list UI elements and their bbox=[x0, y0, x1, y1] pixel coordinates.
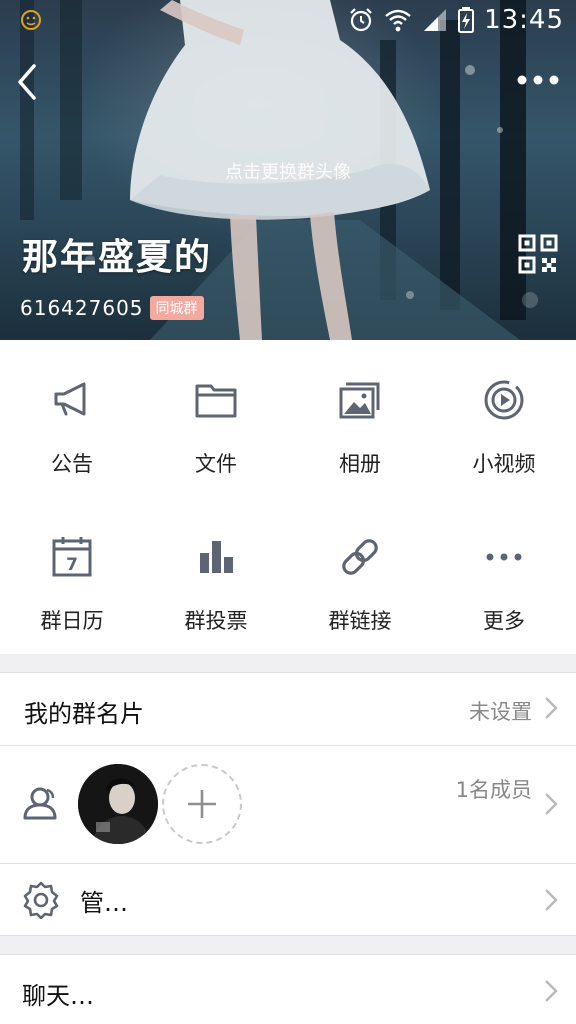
add-member-button[interactable] bbox=[162, 764, 242, 844]
grid-item-announcement[interactable]: 公告 bbox=[0, 340, 144, 497]
grid-item-short-video[interactable]: 小视频 bbox=[432, 340, 576, 497]
my-group-card-label: 我的群名片 bbox=[24, 700, 144, 728]
my-group-card-row[interactable]: 我的群名片 未设置 bbox=[0, 672, 576, 745]
chat-label: 聊天… bbox=[22, 982, 94, 1010]
chevron-right-icon bbox=[545, 697, 558, 719]
calendar-icon: 7 bbox=[52, 537, 92, 577]
chevron-right-icon bbox=[545, 980, 558, 1002]
gear-icon bbox=[23, 881, 59, 919]
plus-icon bbox=[188, 790, 216, 818]
members-row[interactable]: 1名成员 bbox=[0, 745, 576, 863]
alarm-icon bbox=[350, 8, 372, 32]
group-id: 616427605 bbox=[20, 296, 144, 320]
status-time: 13:45 bbox=[484, 5, 564, 35]
grid-item-label: 群投票 bbox=[184, 609, 248, 633]
members-icon bbox=[23, 787, 57, 820]
member-avatar-image bbox=[78, 764, 158, 844]
megaphone-icon bbox=[54, 382, 86, 416]
feature-grid: 公告 文件 相册 小视频 7 群日历 群投票 群链接 更多 bbox=[0, 340, 576, 654]
status-bar: 13:45 bbox=[0, 0, 576, 40]
member-avatar[interactable] bbox=[78, 764, 158, 844]
divider bbox=[0, 954, 576, 955]
group-id-row: 616427605 同城群 bbox=[20, 296, 204, 320]
grid-item-more[interactable]: 更多 bbox=[432, 497, 576, 654]
grid-item-label: 小视频 bbox=[472, 452, 536, 476]
grid-item-vote[interactable]: 群投票 bbox=[144, 497, 288, 654]
chevron-right-icon bbox=[545, 793, 558, 815]
folder-icon bbox=[195, 384, 237, 418]
grid-item-label: 公告 bbox=[51, 452, 93, 476]
grid-item-label: 群日历 bbox=[40, 609, 104, 633]
grid-item-label: 群链接 bbox=[328, 609, 392, 633]
divider bbox=[0, 745, 576, 746]
section-divider bbox=[0, 654, 576, 672]
manage-label: 管… bbox=[80, 889, 128, 917]
chat-row[interactable]: 聊天… bbox=[0, 954, 576, 1024]
grid-item-label: 相册 bbox=[339, 452, 381, 476]
more-options-button[interactable] bbox=[514, 66, 562, 94]
grid-item-calendar[interactable]: 7 群日历 bbox=[0, 497, 144, 654]
cell-signal-icon bbox=[424, 9, 447, 31]
divider bbox=[0, 863, 576, 864]
chevron-right-icon bbox=[545, 889, 558, 911]
section-divider bbox=[0, 936, 576, 954]
group-type-badge: 同城群 bbox=[149, 296, 204, 320]
battery-charging-icon bbox=[458, 7, 475, 33]
more-dots-icon bbox=[486, 553, 522, 561]
photo-album-icon bbox=[339, 382, 380, 419]
back-button[interactable] bbox=[10, 60, 46, 104]
group-name: 那年盛夏的 bbox=[22, 237, 213, 278]
grid-item-link[interactable]: 群链接 bbox=[288, 497, 432, 654]
group-header-banner[interactable]: 13:45 点击更换群头像 那年盛夏的 616427605 同城群 bbox=[0, 0, 576, 340]
grid-item-label: 更多 bbox=[483, 609, 525, 633]
change-group-avatar-link[interactable]: 点击更换群头像 bbox=[0, 158, 576, 184]
divider bbox=[0, 672, 576, 673]
qr-code-icon[interactable] bbox=[518, 234, 558, 274]
video-play-icon bbox=[484, 380, 524, 420]
calendar-day-text: 7 bbox=[66, 555, 78, 575]
emoji-notification-icon bbox=[21, 10, 41, 30]
wifi-icon bbox=[385, 9, 411, 32]
link-icon bbox=[342, 539, 378, 575]
grid-item-label: 文件 bbox=[195, 452, 237, 476]
bar-chart-icon bbox=[200, 541, 233, 573]
grid-item-album[interactable]: 相册 bbox=[288, 340, 432, 497]
member-count: 1名成员 bbox=[455, 778, 532, 802]
manage-row[interactable]: 管… bbox=[0, 863, 576, 936]
grid-item-files[interactable]: 文件 bbox=[144, 340, 288, 497]
my-group-card-value: 未设置 bbox=[469, 700, 532, 724]
